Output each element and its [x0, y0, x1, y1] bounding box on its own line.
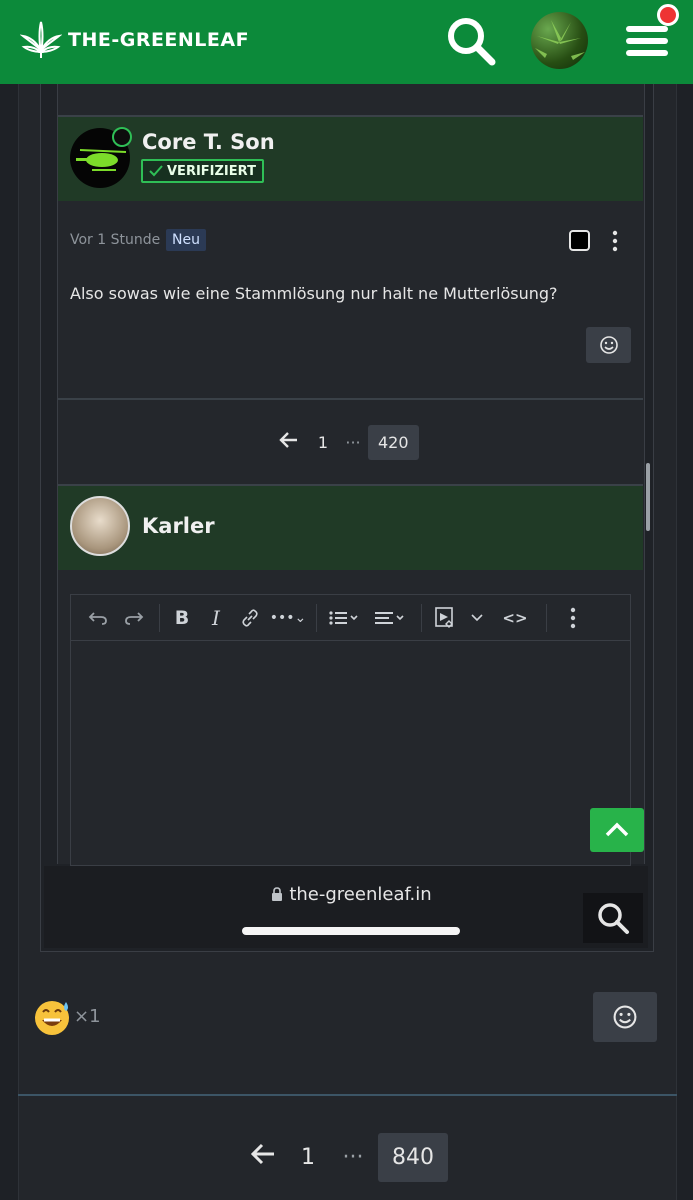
post-author-name[interactable]: Core T. Son — [142, 130, 275, 154]
url-display[interactable]: the-greenleaf.in — [44, 884, 659, 905]
toolbar-separator — [421, 603, 422, 632]
reply-author-avatar[interactable] — [70, 496, 130, 556]
notification-dot — [657, 4, 679, 26]
reaction-count: ×1 — [74, 1006, 101, 1027]
list-icon[interactable] — [323, 595, 365, 641]
post-divider — [58, 398, 643, 400]
page-ellipsis[interactable]: ··· — [338, 433, 368, 452]
page-current[interactable]: 840 — [378, 1132, 448, 1182]
link-icon[interactable] — [234, 595, 266, 641]
page-current[interactable]: 420 — [368, 424, 419, 460]
italic-icon[interactable]: I — [198, 595, 234, 641]
arrow-left-icon — [279, 432, 297, 448]
chevron-up-icon — [605, 822, 629, 837]
editor-toolbar: B I •••⌄ <> — [71, 595, 630, 641]
post-body: Also sowas wie eine Stammlösung nur halt… — [70, 284, 558, 303]
prev-page-icon[interactable] — [270, 430, 308, 454]
grinning-sweat-emoji-icon[interactable] — [34, 998, 74, 1038]
verified-badge: VERIFIZIERT — [141, 159, 264, 183]
search-icon — [598, 903, 629, 934]
cannabis-plant-icon — [535, 20, 585, 60]
pagination-outer: 1 ··· 840 — [238, 1131, 448, 1183]
pagination-inner: 1 ··· 420 — [270, 424, 419, 460]
toolbar-menu-icon[interactable] — [553, 595, 593, 641]
check-icon — [149, 165, 163, 177]
search-icon[interactable] — [444, 14, 498, 68]
post-timestamp[interactable]: Vor 1 Stunde — [70, 232, 160, 248]
home-indicator — [242, 927, 460, 935]
page-first[interactable]: 1 — [288, 1145, 328, 1170]
leaf-logo-icon — [20, 21, 62, 58]
reaction-count-value: 1 — [89, 1006, 101, 1027]
scroll-to-top-button[interactable] — [590, 808, 644, 852]
user-avatar[interactable] — [531, 12, 588, 69]
verified-label: VERIFIZIERT — [167, 163, 256, 179]
online-status-indicator — [112, 127, 132, 147]
undo-icon[interactable] — [81, 595, 115, 641]
more-formatting-icon[interactable]: •••⌄ — [266, 595, 310, 641]
page-ellipsis[interactable]: ··· — [328, 1145, 378, 1170]
new-badge: Neu — [166, 229, 206, 251]
address-bar-search-button[interactable] — [583, 893, 643, 943]
section-divider — [18, 1094, 677, 1096]
smiley-icon — [599, 336, 618, 354]
redo-icon[interactable] — [115, 595, 153, 641]
logo-text: THE-GREENLEAF — [68, 29, 250, 51]
scrollbar[interactable] — [646, 463, 650, 531]
post-author-header — [58, 115, 643, 201]
site-logo[interactable]: THE-GREENLEAF — [20, 20, 249, 60]
react-button[interactable] — [593, 992, 657, 1042]
code-icon[interactable]: <> — [490, 595, 540, 641]
prev-page-icon[interactable] — [238, 1142, 288, 1172]
toolbar-separator — [546, 603, 547, 632]
media-icon[interactable] — [428, 595, 464, 641]
post-options-icon[interactable] — [607, 229, 623, 253]
top-bar: THE-GREENLEAF — [0, 0, 693, 84]
lock-icon — [272, 887, 283, 901]
react-button[interactable] — [586, 327, 631, 363]
browser-address-bar: the-greenleaf.in — [44, 866, 648, 948]
toolbar-separator — [316, 603, 317, 632]
toolbar-separator — [159, 603, 160, 632]
arrow-left-icon — [250, 1143, 274, 1165]
reply-author-name: Karler — [142, 514, 215, 538]
bold-icon[interactable]: B — [166, 595, 198, 641]
align-icon[interactable] — [365, 595, 415, 641]
smiley-icon — [613, 1005, 637, 1029]
select-post-checkbox[interactable] — [569, 230, 590, 251]
url-text: the-greenleaf.in — [289, 884, 432, 905]
chevron-down-icon[interactable] — [464, 595, 490, 641]
reply-editor[interactable]: B I •••⌄ <> — [70, 594, 631, 866]
page-first[interactable]: 1 — [308, 433, 338, 452]
